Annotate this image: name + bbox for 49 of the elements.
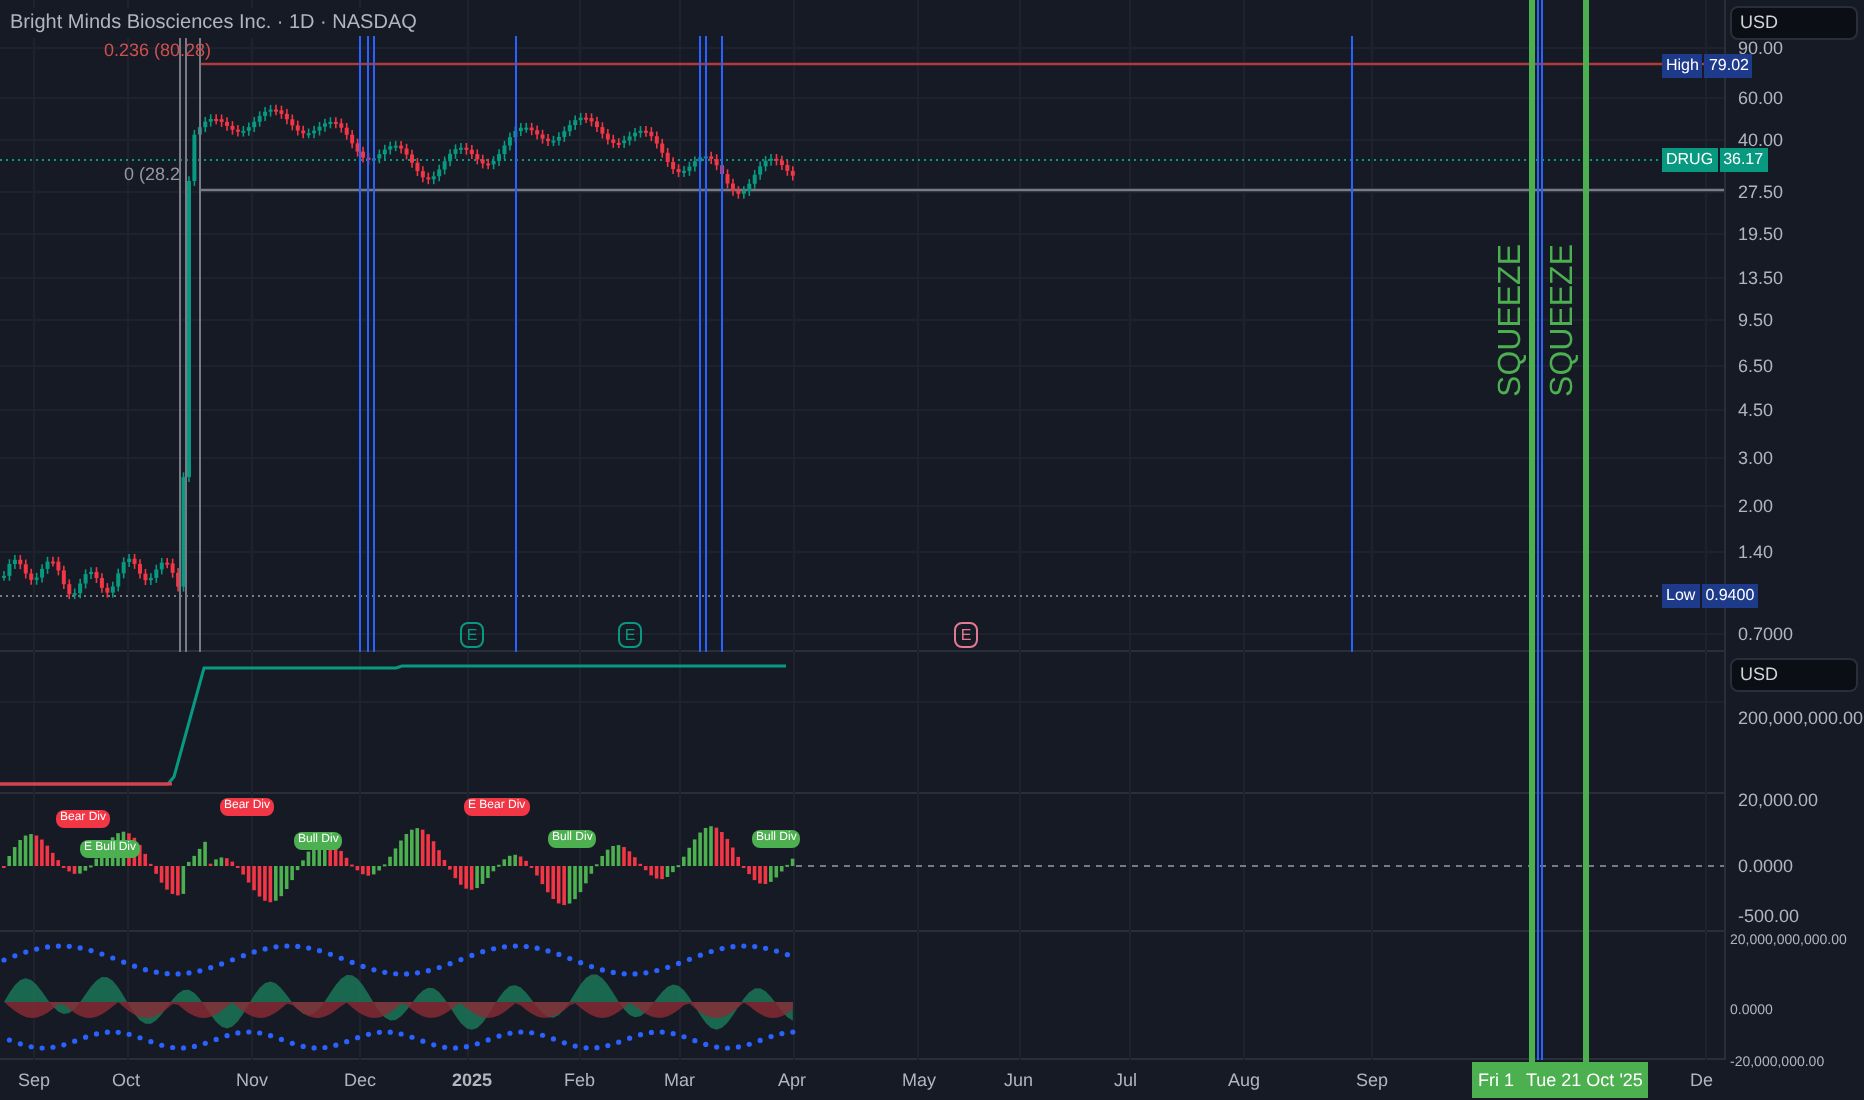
price-label-value: 36.17 — [1719, 148, 1768, 172]
time-label: Sep — [1356, 1068, 1389, 1094]
price-label-name: DRUG — [1662, 148, 1718, 172]
time-label: Jun — [1004, 1068, 1034, 1094]
price-label-name: High — [1662, 54, 1703, 78]
time-label: Sep — [18, 1068, 51, 1094]
time-label: Apr — [778, 1068, 807, 1094]
axis-tick: 90.00 — [1738, 38, 1784, 58]
axis-tick: 40.00 — [1738, 130, 1784, 150]
axis-tick: 27.50 — [1738, 182, 1784, 202]
price-label-name: Low — [1662, 584, 1700, 608]
fib-level-label: 0 (28.2 — [124, 162, 181, 188]
time-label: Nov — [236, 1068, 269, 1094]
earnings-marker[interactable]: E — [954, 622, 978, 648]
price-label-value: 79.02 — [1704, 54, 1753, 78]
earnings-marker[interactable]: E — [618, 622, 642, 648]
axis-tick: 4.50 — [1738, 400, 1774, 420]
chart-title: Bright Minds Biosciences Inc. · 1D · NASDAQ — [10, 8, 417, 38]
cursor-date-label: Fri 1 — [1472, 1062, 1520, 1098]
squeeze-label: SQUEEZE — [1546, 244, 1582, 397]
time-label: May — [902, 1068, 937, 1094]
fib-level-label: 0.236 (80.28) — [104, 38, 212, 64]
axis-tick: 3.00 — [1738, 448, 1774, 468]
axis-tick: 1.40 — [1738, 542, 1774, 562]
time-label: Aug — [1228, 1068, 1261, 1094]
time-label: De — [1690, 1068, 1714, 1094]
axis-tick: 0.0000 — [1738, 856, 1794, 876]
time-label: Feb — [564, 1068, 596, 1094]
time-label: 2025 — [452, 1068, 493, 1094]
time-label: Dec — [344, 1068, 377, 1094]
axis-tick: 2.00 — [1738, 496, 1774, 516]
axis-tick: 6.50 — [1738, 356, 1774, 376]
axis-tick: 9.50 — [1738, 310, 1774, 330]
earnings-marker[interactable]: E — [460, 622, 484, 648]
currency-button[interactable]: USD — [1730, 658, 1858, 692]
time-label: Mar — [664, 1068, 695, 1094]
time-label: Jul — [1114, 1068, 1138, 1094]
axis-tick: 200,000,000.00 — [1738, 708, 1864, 728]
cursor-date-label: Tue 21 Oct '25 — [1520, 1062, 1649, 1098]
axis-tick: 19.50 — [1738, 224, 1784, 244]
price-label-value: 0.9400 — [1701, 584, 1759, 608]
axis-tick: 0.7000 — [1738, 624, 1794, 644]
squeeze-label: SQUEEZE — [1494, 244, 1530, 397]
axis-tick: 60.00 — [1738, 88, 1784, 108]
axis-tick: -500.00 — [1738, 906, 1800, 926]
axis-tick: 13.50 — [1738, 268, 1784, 288]
currency-button[interactable]: USD — [1730, 6, 1858, 40]
time-label: Oct — [112, 1068, 141, 1094]
axis-tick: 20,000.00 — [1738, 790, 1819, 810]
